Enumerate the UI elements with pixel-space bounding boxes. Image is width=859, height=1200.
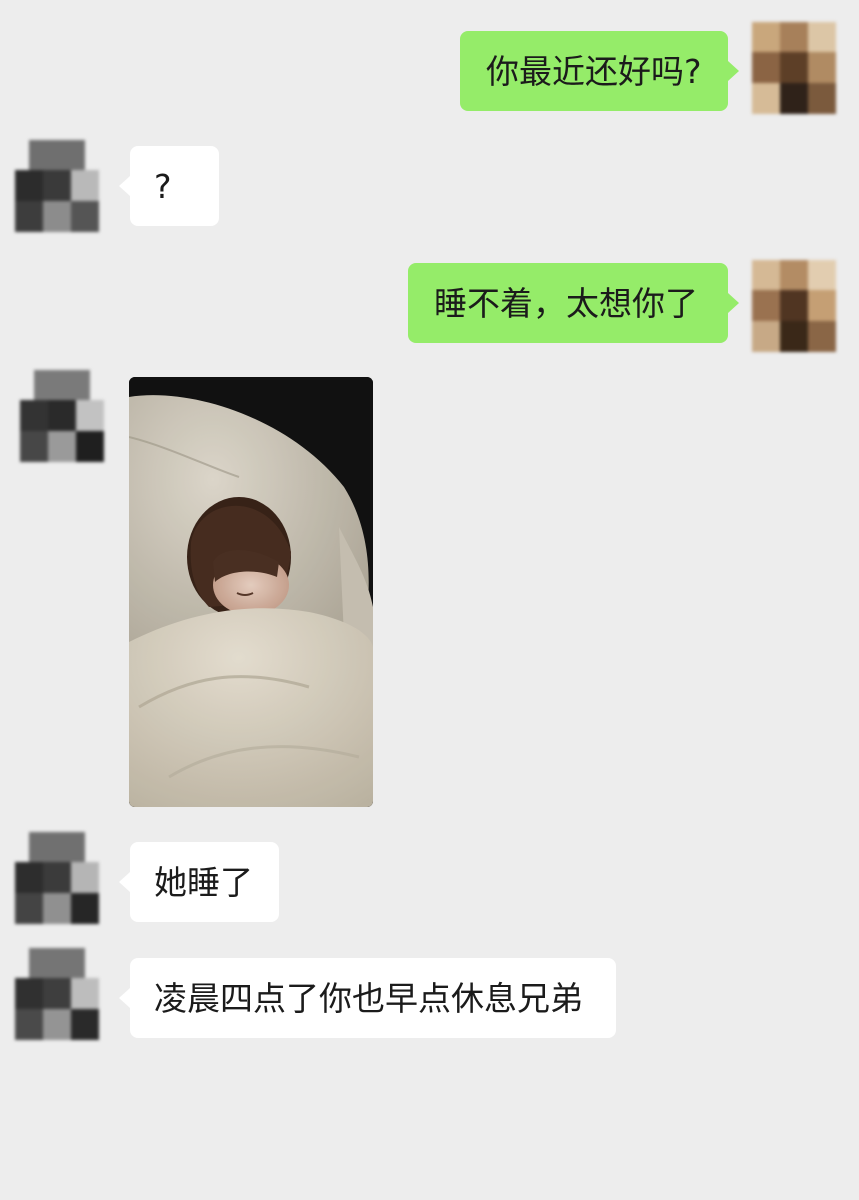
message-bubble[interactable]: 她睡了 <box>130 842 279 922</box>
contact-avatar-icon[interactable] <box>15 832 99 924</box>
contact-avatar-icon[interactable] <box>15 140 99 232</box>
message-text: 你最近还好吗? <box>486 51 702 91</box>
my-avatar-icon[interactable] <box>752 22 836 114</box>
bubble-tail <box>728 61 739 81</box>
my-avatar-icon[interactable] <box>752 260 836 352</box>
message-bubble[interactable]: 凌晨四点了你也早点休息兄弟 <box>130 958 616 1038</box>
message-text: ? <box>154 166 172 206</box>
message-bubble[interactable]: 你最近还好吗? <box>460 31 728 111</box>
contact-avatar-icon[interactable] <box>15 948 99 1040</box>
message-bubble[interactable]: ? <box>130 146 219 226</box>
sleeping-woman-photo[interactable] <box>129 377 373 807</box>
bubble-tail <box>119 872 130 892</box>
message-text: 她睡了 <box>154 862 253 902</box>
bubble-tail <box>728 293 739 313</box>
contact-avatar-icon[interactable] <box>20 370 104 462</box>
bubble-tail <box>119 176 130 196</box>
message-text: 凌晨四点了你也早点休息兄弟 <box>154 978 583 1018</box>
bubble-tail <box>119 988 130 1008</box>
photo-illustration <box>129 377 373 807</box>
message-bubble[interactable]: 睡不着，太想你了 <box>408 263 728 343</box>
message-text: 睡不着，太想你了 <box>434 283 698 323</box>
